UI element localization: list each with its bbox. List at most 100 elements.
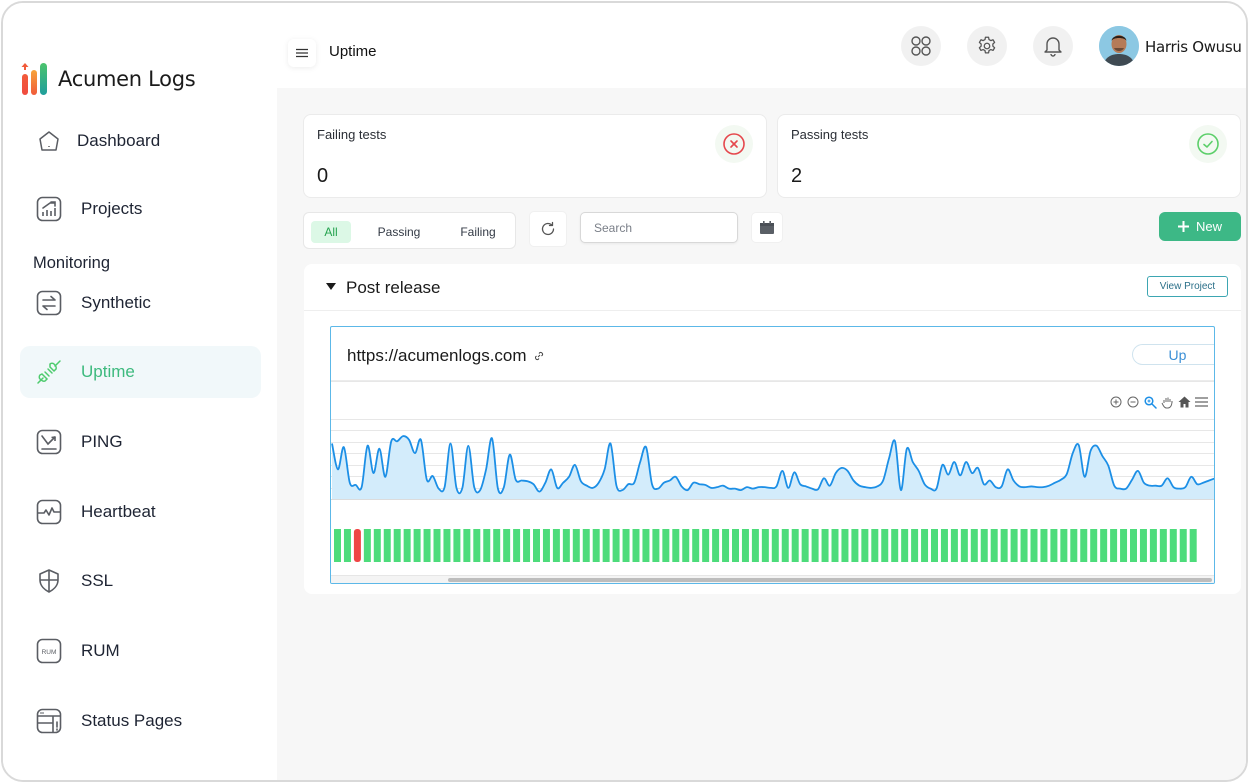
status-bar-up <box>950 529 958 562</box>
sidebar-item-label: Dashboard <box>77 131 161 150</box>
chart-trend-icon <box>36 196 62 222</box>
status-bar-up <box>1080 529 1088 562</box>
status-bar-up <box>1070 529 1078 562</box>
swap-arrows-icon <box>36 290 62 316</box>
top-bar: Uptime Harris Owusu <box>277 3 1246 88</box>
status-bar-up <box>463 529 471 562</box>
sidebar-item-label: Uptime <box>81 362 135 381</box>
status-bar-up <box>1020 529 1028 562</box>
stat-value: 2 <box>791 165 803 187</box>
status-bar-up <box>483 529 491 562</box>
status-bar-up <box>662 529 670 562</box>
refresh-icon <box>541 221 555 236</box>
sidebar-item-ping[interactable]: PING <box>20 416 261 468</box>
menu-toggle-button[interactable] <box>288 39 316 67</box>
status-bar-up <box>413 529 421 562</box>
status-bar-up <box>334 529 341 562</box>
status-bar-up <box>751 529 759 562</box>
status-bar-up <box>791 529 799 562</box>
status-bar-up <box>1030 529 1038 562</box>
status-bar-up <box>423 529 431 562</box>
app-window: Acumen Logs Dashboard Projects Monitorin… <box>1 1 1248 782</box>
calendar-icon <box>760 221 774 234</box>
scrollbar-thumb[interactable] <box>448 578 1212 582</box>
sidebar-item-ssl[interactable]: SSL <box>20 555 261 607</box>
status-bar-up <box>1110 529 1118 562</box>
avatar[interactable] <box>1099 26 1139 66</box>
link-icon <box>534 351 543 361</box>
status-bar-up <box>911 529 919 562</box>
status-bar-up <box>473 529 481 562</box>
status-bar-up <box>990 529 998 562</box>
status-bar-up <box>901 529 909 562</box>
status-bar-up <box>582 529 590 562</box>
status-bar-up <box>831 529 839 562</box>
status-bar-up <box>1130 529 1137 562</box>
sidebar-item-rum[interactable]: RUM RUM <box>20 625 261 677</box>
home-icon <box>36 128 62 154</box>
settings-button[interactable] <box>967 26 1007 66</box>
sidebar-item-label: Synthetic <box>81 293 151 312</box>
status-bar-up <box>383 529 391 562</box>
status-bar-up <box>393 529 401 562</box>
monitor-card: https://acumenlogs.com Up <box>330 326 1215 584</box>
status-bar-up <box>533 529 540 562</box>
project-header[interactable]: Post release View Project <box>304 264 1241 311</box>
plug-icon <box>36 359 62 385</box>
status-bar-up <box>960 529 968 562</box>
brand-logo[interactable]: Acumen Logs <box>20 62 196 96</box>
status-bar-up <box>980 529 988 562</box>
stat-icon-wrap <box>715 125 753 163</box>
sidebar-item-label: PING <box>81 432 123 451</box>
sidebar-item-dashboard[interactable]: Dashboard <box>20 115 261 167</box>
sidebar-item-heartbeat[interactable]: Heartbeat <box>20 486 261 538</box>
status-bar-up <box>652 529 660 562</box>
status-bar-up <box>612 529 620 562</box>
status-bar-up <box>1000 529 1008 562</box>
filter-failing[interactable]: Failing <box>448 221 508 243</box>
status-bar-up <box>1139 529 1147 562</box>
sidebar-item-label: Projects <box>81 199 143 218</box>
bell-icon <box>1044 37 1062 57</box>
filter-all[interactable]: All <box>311 221 351 243</box>
sidebar-item-projects[interactable]: Projects <box>20 183 261 235</box>
sidebar-item-label: Status Pages <box>81 711 183 730</box>
status-bar-up <box>493 529 501 562</box>
status-bar-up <box>931 529 938 562</box>
refresh-button[interactable] <box>529 211 567 247</box>
status-bar-up <box>722 529 730 562</box>
check-circle-icon <box>1197 133 1219 155</box>
apps-button[interactable] <box>901 26 941 66</box>
filter-passing[interactable]: Passing <box>367 221 431 243</box>
status-bar-up <box>881 529 889 562</box>
sidebar-item-uptime[interactable]: Uptime <box>20 346 261 398</box>
status-page-icon <box>36 708 62 734</box>
status-bar-up <box>542 529 550 562</box>
status-bar-up <box>921 529 929 562</box>
status-bar-up <box>1120 529 1128 562</box>
caret-down-icon[interactable] <box>326 283 336 290</box>
date-picker-button[interactable] <box>751 212 783 243</box>
new-monitor-button[interactable]: New <box>1159 212 1241 241</box>
stat-label: Failing tests <box>317 127 387 142</box>
status-bar-up <box>970 529 978 562</box>
page-title: Uptime <box>329 43 377 60</box>
notifications-button[interactable] <box>1033 26 1073 66</box>
user-name[interactable]: Harris Owusu <box>1145 38 1242 56</box>
status-bar-up <box>1050 529 1058 562</box>
status-bar-up <box>861 529 869 562</box>
status-bar-up <box>851 529 859 562</box>
project-panel: Post release View Project https://acumen… <box>304 264 1241 594</box>
horizontal-scrollbar[interactable] <box>331 575 1214 583</box>
sidebar-item-status-pages[interactable]: Status Pages <box>20 695 261 747</box>
status-bar-up <box>871 529 879 562</box>
search-input[interactable] <box>580 212 738 243</box>
status-bar-up <box>741 529 749 562</box>
view-project-button[interactable]: View Project <box>1147 276 1228 297</box>
status-bar-up <box>692 529 700 562</box>
sidebar-item-synthetic[interactable]: Synthetic <box>20 277 261 329</box>
status-bar-up <box>503 529 511 562</box>
sidebar: Acumen Logs Dashboard Projects Monitorin… <box>3 3 277 780</box>
monitor-url[interactable]: https://acumenlogs.com <box>347 346 544 366</box>
status-bar-down <box>353 529 361 562</box>
